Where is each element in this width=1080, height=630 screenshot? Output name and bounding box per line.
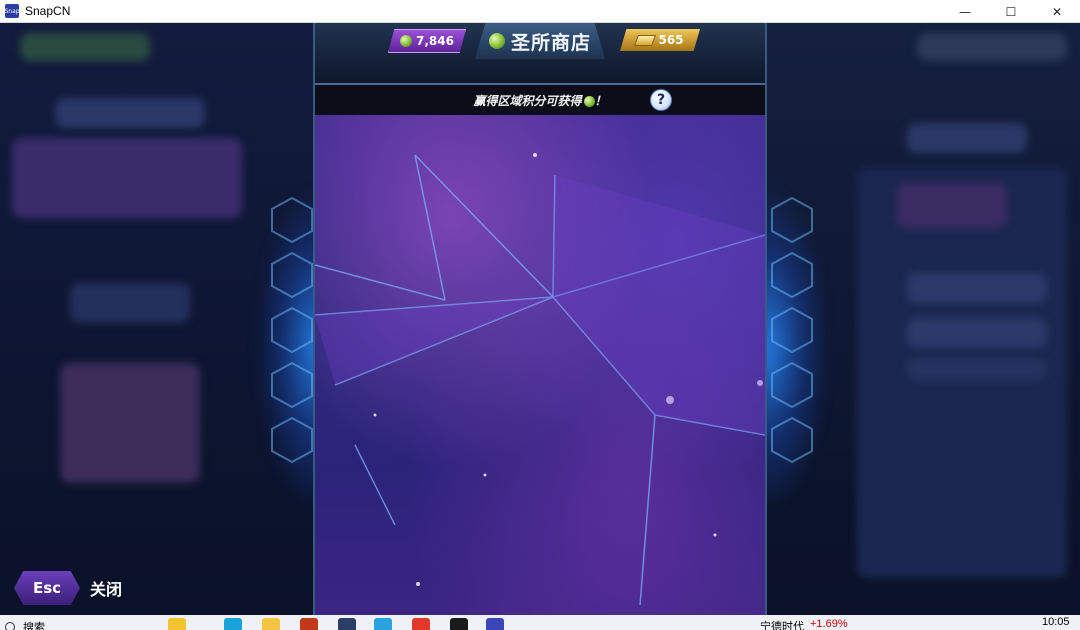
sanctum-gem-icon	[488, 33, 505, 49]
sanctum-shop-panel: 7,846 圣所商店 565 赢得区域积分可获得 ！ ?	[313, 23, 767, 615]
blurred-toolbar-right	[917, 33, 1067, 61]
blurred-heading	[55, 98, 205, 128]
app-icon-dark[interactable]	[450, 618, 468, 630]
shop-title: 圣所商店	[510, 31, 591, 54]
blurred-row-3	[907, 358, 1047, 380]
window-title-bar: Snap SnapCN — ☐ ✕	[0, 0, 1080, 23]
info-text: 赢得区域积分可获得 ！	[473, 92, 606, 109]
game-viewport: 7,846 圣所商店 565 赢得区域积分可获得 ！ ? Esc 关闭	[0, 23, 1080, 615]
window-title: SnapCN	[25, 4, 71, 18]
taskbar-widget-icon[interactable]	[168, 618, 186, 630]
taskbar-clock[interactable]: 10:05	[1042, 616, 1070, 628]
hex-pattern-right	[771, 196, 813, 464]
esc-close-control[interactable]: Esc 关闭	[14, 571, 122, 605]
gold-bar-icon	[634, 34, 657, 46]
sanctum-gem-icon	[583, 95, 595, 107]
app-icon: Snap	[4, 4, 20, 18]
blurred-portrait	[60, 363, 200, 483]
info-bar: 赢得区域积分可获得 ！	[315, 85, 765, 115]
blurred-heading-right	[907, 123, 1027, 153]
help-button[interactable]: ?	[650, 89, 672, 111]
purple-currency-counter[interactable]: 7,846	[388, 29, 466, 53]
blurred-row-1	[907, 273, 1047, 303]
esc-button[interactable]: Esc	[14, 571, 80, 605]
sanctum-gem-icon	[400, 35, 413, 47]
shop-title-tab: 圣所商店	[475, 23, 605, 59]
search-icon	[5, 622, 15, 630]
gold-currency-value: 565	[658, 33, 684, 47]
taskbar-search[interactable]: 搜索	[5, 619, 45, 630]
gold-currency-counter[interactable]: 565	[620, 29, 700, 51]
info-suffix: ！	[594, 93, 607, 108]
window-controls: — ☐ ✕	[942, 0, 1080, 22]
blurred-row-2	[907, 318, 1047, 348]
blurred-card-right	[897, 183, 1007, 228]
minimize-button[interactable]: —	[942, 0, 988, 23]
telegram-icon[interactable]	[374, 618, 392, 630]
app-icon-label: Snap	[4, 7, 20, 15]
edge-icon[interactable]	[224, 618, 242, 630]
close-label[interactable]: 关闭	[90, 576, 122, 600]
stock-change: +1.69%	[810, 618, 848, 630]
maximize-button[interactable]: ☐	[988, 0, 1034, 23]
blurred-card	[12, 138, 242, 218]
file-explorer-icon[interactable]	[262, 618, 280, 630]
blurred-label	[70, 283, 190, 323]
close-window-button[interactable]: ✕	[1034, 0, 1080, 23]
shattered-glass-background	[315, 153, 765, 606]
blurred-toolbar	[20, 33, 150, 61]
netease-music-icon[interactable]	[412, 618, 430, 630]
snapcn-taskbar-icon[interactable]	[486, 618, 504, 630]
stock-name: 宁德时代	[760, 621, 804, 630]
windows-taskbar: 搜索 宁德时代 +1.69% 10:05	[0, 615, 1080, 630]
shop-content-area	[315, 115, 765, 615]
app-icon-orange[interactable]	[300, 618, 318, 630]
app-icon-cat[interactable]	[338, 618, 356, 630]
info-message: 赢得区域积分可获得	[473, 93, 582, 108]
taskbar-search-label: 搜索	[23, 622, 45, 630]
purple-currency-value: 7,846	[416, 34, 454, 48]
